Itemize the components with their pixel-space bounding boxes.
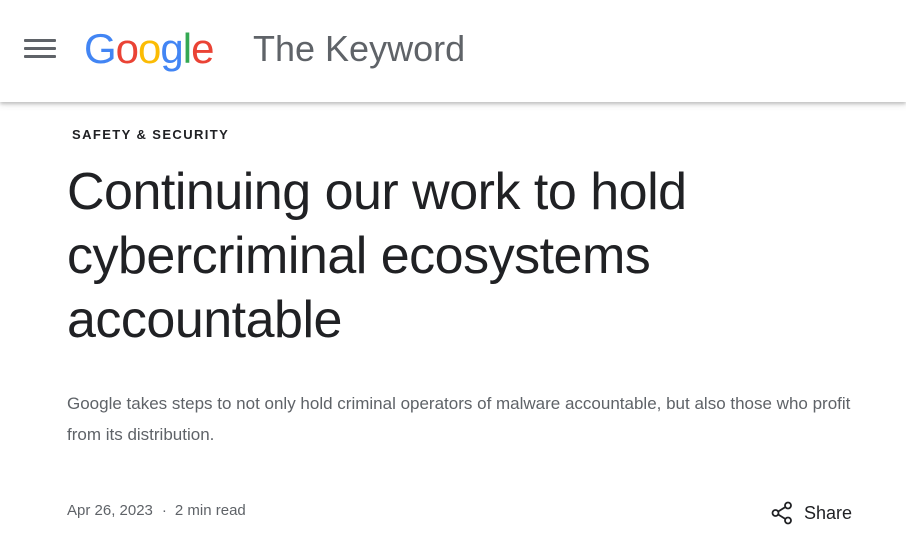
category-link[interactable]: SAFETY & SECURITY xyxy=(72,127,229,142)
article-summary: Google takes steps to not only hold crim… xyxy=(67,394,851,444)
share-label: Share xyxy=(804,502,853,523)
article-title: Continuing our work to hold cybercrimina… xyxy=(67,163,687,349)
google-logo[interactable]: Google xyxy=(84,24,214,74)
hamburger-menu-icon[interactable] xyxy=(24,36,58,62)
menu-bar-bottom xyxy=(24,55,56,58)
menu-bar-top xyxy=(24,39,56,42)
read-time: 2 min read xyxy=(174,502,246,519)
article-meta: Apr 26, 2023 · 2 min read xyxy=(67,502,246,519)
logo-letter: e xyxy=(191,25,214,72)
logo-letter: o xyxy=(115,25,139,72)
logo-letter: G xyxy=(84,25,117,72)
logo-letter: g xyxy=(160,25,183,72)
site-header: Google The Keyword xyxy=(0,0,906,102)
menu-bar-middle xyxy=(24,47,56,50)
site-name-link[interactable]: The Keyword xyxy=(253,27,465,71)
share-button[interactable]: Share xyxy=(771,500,852,526)
share-icon xyxy=(771,501,793,525)
logo-letter: o xyxy=(138,25,161,72)
meta-separator: · xyxy=(161,502,167,519)
publish-date: Apr 26, 2023 xyxy=(67,502,153,519)
logo-letter: l xyxy=(182,25,192,72)
